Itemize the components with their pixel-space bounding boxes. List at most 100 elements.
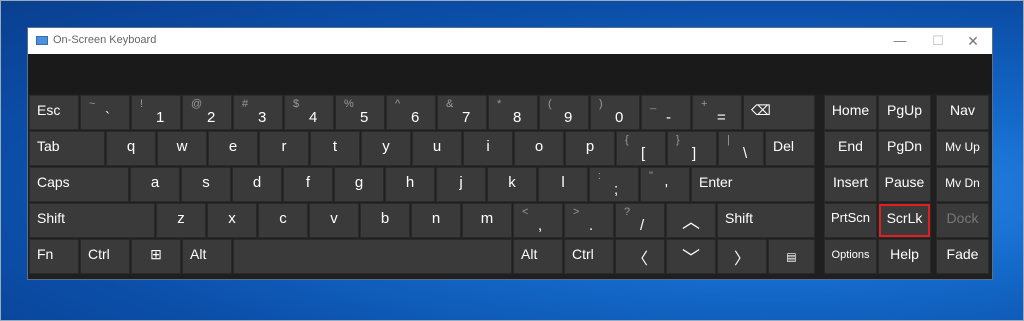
key-options[interactable]: Options bbox=[824, 239, 877, 274]
key-u[interactable]: u bbox=[412, 131, 462, 166]
key-pgup[interactable]: PgUp bbox=[878, 95, 931, 130]
key-w[interactable]: w bbox=[157, 131, 207, 166]
text-prediction-strip bbox=[28, 54, 992, 94]
key-r[interactable]: r bbox=[259, 131, 309, 166]
key-s[interactable]: s bbox=[181, 167, 231, 202]
key-del[interactable]: Del bbox=[765, 131, 815, 166]
key-5[interactable]: % 5 bbox=[335, 95, 385, 130]
key-label: o bbox=[534, 138, 544, 155]
key-y[interactable]: y bbox=[361, 131, 411, 166]
key-1[interactable]: ! 1 bbox=[131, 95, 181, 130]
key-shift-label: : bbox=[598, 170, 602, 182]
minimize-button[interactable]: — bbox=[880, 28, 920, 54]
key-left-bracket[interactable]: {[ bbox=[616, 131, 666, 166]
key-x[interactable]: x bbox=[207, 203, 257, 238]
key-dock[interactable]: Dock bbox=[936, 203, 989, 238]
key-0[interactable]: ) 0 bbox=[590, 95, 640, 130]
key-fade[interactable]: Fade bbox=[936, 239, 989, 274]
key-p[interactable]: p bbox=[565, 131, 615, 166]
close-button[interactable]: ✕ bbox=[953, 28, 993, 54]
key-label: Ctrl bbox=[572, 246, 594, 262]
key-label: PgUp bbox=[886, 102, 923, 118]
key-alt-right[interactable]: Alt bbox=[513, 239, 563, 274]
key-n[interactable]: n bbox=[411, 203, 461, 238]
key-semicolon[interactable]: :; bbox=[589, 167, 639, 202]
key-right-bracket[interactable]: }] bbox=[667, 131, 717, 166]
key-label: Enter bbox=[699, 174, 733, 190]
key-label: f bbox=[305, 174, 311, 191]
key-q[interactable]: q bbox=[106, 131, 156, 166]
key-h[interactable]: h bbox=[385, 167, 435, 202]
key-quote[interactable]: " ' bbox=[640, 167, 690, 202]
key-label: , bbox=[538, 217, 543, 234]
menu-icon: ▤ bbox=[786, 251, 797, 263]
key-period[interactable]: >. bbox=[564, 203, 614, 238]
key-context-menu[interactable]: ▤ bbox=[768, 239, 815, 274]
key-right-arrow[interactable]: 〉 bbox=[717, 239, 767, 274]
key-b[interactable]: b bbox=[360, 203, 410, 238]
key-nav[interactable]: Nav bbox=[936, 95, 989, 130]
key-pgdn[interactable]: PgDn bbox=[878, 131, 931, 166]
key-backslash[interactable]: | \ bbox=[718, 131, 764, 166]
key-label: 9 bbox=[564, 109, 573, 126]
key-j[interactable]: j bbox=[436, 167, 486, 202]
key-scrlk[interactable]: ScrLk bbox=[878, 203, 931, 238]
key-z[interactable]: z bbox=[156, 203, 206, 238]
key-l[interactable]: l bbox=[538, 167, 588, 202]
key-8[interactable]: * 8 bbox=[488, 95, 538, 130]
key-home[interactable]: Home bbox=[824, 95, 877, 130]
key-left-arrow[interactable]: 〈 bbox=[615, 239, 665, 274]
key-o[interactable]: o bbox=[514, 131, 564, 166]
key-9[interactable]: (9 bbox=[539, 95, 589, 130]
keyboard-icon bbox=[36, 36, 48, 45]
key-minus[interactable]: _ - bbox=[641, 95, 691, 130]
key-4[interactable]: $4 bbox=[284, 95, 334, 130]
key-e[interactable]: e bbox=[208, 131, 258, 166]
key-d[interactable]: d bbox=[232, 167, 282, 202]
key-m[interactable]: m bbox=[462, 203, 512, 238]
key-caps[interactable]: Caps bbox=[29, 167, 129, 202]
key-end[interactable]: End bbox=[824, 131, 877, 166]
key-insert[interactable]: Insert bbox=[824, 167, 877, 202]
key-prtscn[interactable]: PrtScn bbox=[824, 203, 877, 238]
key-ctrl-right[interactable]: Ctrl bbox=[564, 239, 614, 274]
key-backtick[interactable]: ~ ` bbox=[80, 95, 130, 130]
key-mv-dn[interactable]: Mv Dn bbox=[936, 167, 989, 202]
maximize-button[interactable]: ☐ bbox=[918, 28, 958, 54]
key-help[interactable]: Help bbox=[878, 239, 931, 274]
key-6[interactable]: ^ 6 bbox=[386, 95, 436, 130]
key-slash[interactable]: ? / bbox=[615, 203, 665, 238]
key-7[interactable]: & 7 bbox=[437, 95, 487, 130]
key-enter[interactable]: Enter bbox=[691, 167, 815, 202]
key-ctrl-left[interactable]: Ctrl bbox=[80, 239, 130, 274]
key-2[interactable]: @2 bbox=[182, 95, 232, 130]
key-3[interactable]: #3 bbox=[233, 95, 283, 130]
title-bar[interactable]: On-Screen Keyboard — ☐ ✕ bbox=[28, 28, 992, 54]
key-fn[interactable]: Fn bbox=[29, 239, 79, 274]
key-v[interactable]: v bbox=[309, 203, 359, 238]
key-windows[interactable]: ⊞ bbox=[131, 239, 181, 274]
key-comma[interactable]: <, bbox=[513, 203, 563, 238]
key-shift-left[interactable]: Shift bbox=[29, 203, 155, 238]
key-down-arrow[interactable]: ﹀ bbox=[666, 239, 716, 274]
key-i[interactable]: i bbox=[463, 131, 513, 166]
key-label: PrtScn bbox=[830, 210, 870, 225]
key-a[interactable]: a bbox=[130, 167, 180, 202]
key-k[interactable]: k bbox=[487, 167, 537, 202]
key-shift-label: @ bbox=[191, 98, 203, 110]
key-pause[interactable]: Pause bbox=[878, 167, 931, 202]
key-tab[interactable]: Tab bbox=[29, 131, 105, 166]
key-t[interactable]: t bbox=[310, 131, 360, 166]
key-g[interactable]: g bbox=[334, 167, 384, 202]
key-c[interactable]: c bbox=[258, 203, 308, 238]
key-alt-left[interactable]: Alt bbox=[182, 239, 232, 274]
key-f[interactable]: f bbox=[283, 167, 333, 202]
key-mv-up[interactable]: Mv Up bbox=[936, 131, 989, 166]
key-up-arrow[interactable]: ︿ bbox=[666, 203, 716, 238]
key-shift-right[interactable]: Shift bbox=[717, 203, 815, 238]
key-label: l bbox=[561, 174, 565, 191]
key-esc[interactable]: Esc bbox=[29, 95, 79, 130]
key-equals[interactable]: + = bbox=[692, 95, 742, 130]
key-space[interactable] bbox=[233, 239, 512, 274]
key-backspace[interactable]: ⌫ bbox=[743, 95, 815, 130]
